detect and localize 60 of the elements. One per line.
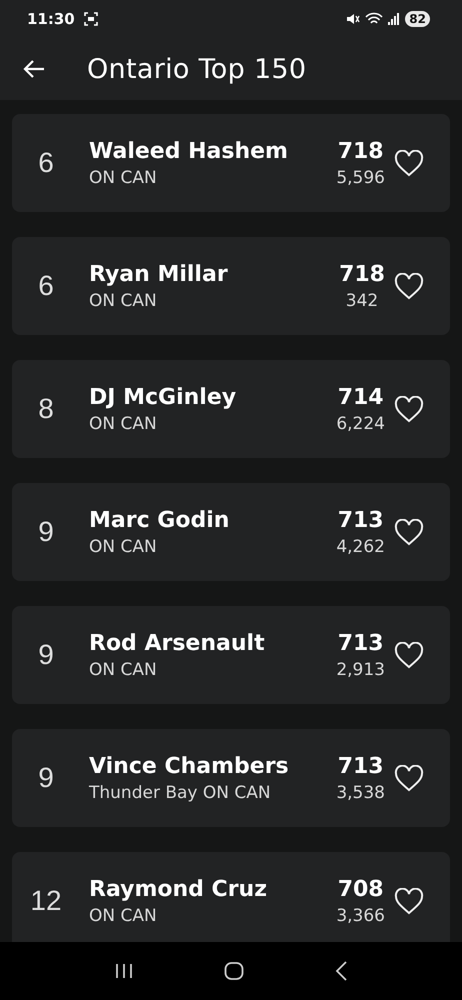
back-icon[interactable] [334,961,347,981]
player-card[interactable]: 6 Waleed Hashem ON CAN 718 5,596 [12,114,450,212]
heart-icon[interactable] [394,396,424,422]
rank-number: 9 [37,516,55,548]
player-name: Ryan Millar [89,262,229,286]
player-location: ON CAN [89,906,158,926]
player-rating: 713 [338,508,384,532]
player-count: 3,366 [336,906,385,926]
signal-icon [388,13,400,25]
heart-icon[interactable] [394,764,424,792]
heart-icon[interactable] [394,518,424,546]
recent-apps-icon[interactable] [115,963,134,979]
page-title: Ontario Top 150 [87,54,306,84]
player-name: Raymond Cruz [89,876,268,902]
player-rating: 714 [338,384,384,410]
player-location: ON CAN [89,168,158,188]
back-arrow-icon[interactable] [23,60,45,78]
player-location: ON CAN [89,290,158,310]
player-count: 5,596 [336,168,385,188]
rank-number: 6 [37,147,55,179]
battery-level: 82 [405,11,430,27]
player-rating: 713 [338,754,384,778]
rank-number: 8 [37,393,55,425]
player-name: Rod Arsenault [89,630,266,656]
player-location: ON CAN [89,536,158,556]
player-card[interactable]: 9 Marc Godin ON CAN 713 4,262 [12,483,450,581]
mute-icon [346,13,360,25]
player-card[interactable]: 6 Ryan Millar ON CAN 718 342 [12,237,450,335]
home-icon[interactable] [224,961,244,981]
player-count: 4,262 [336,536,385,556]
player-rating: 718 [338,138,384,164]
player-name: DJ McGinley [89,384,238,410]
rank-number: 6 [37,270,55,302]
heart-icon[interactable] [394,642,424,668]
player-name: Vince Chambers [89,754,290,778]
player-location: ON CAN [89,660,158,680]
player-name: Marc Godin [89,508,230,532]
heart-icon[interactable] [394,888,424,914]
rank-number: 9 [37,762,55,794]
player-count: 342 [346,290,378,310]
player-rating: 713 [338,630,384,656]
player-card[interactable]: 8 DJ McGinley ON CAN 714 6,224 [12,360,450,458]
player-card[interactable]: 12 Raymond Cruz ON CAN 708 3,366 [12,852,450,942]
player-location: Thunder Bay ON CAN [89,782,272,802]
heart-icon[interactable] [394,272,424,300]
player-rating: 718 [339,262,385,286]
player-count: 3,538 [336,782,385,802]
wifi-icon [365,12,384,26]
player-name: Waleed Hashem [89,138,289,164]
player-card[interactable]: 9 Rod Arsenault ON CAN 713 2,913 [12,606,450,704]
status-time: 11:30 [27,10,75,28]
player-rating: 708 [338,876,384,902]
rank-number: 12 [29,885,63,917]
player-card[interactable]: 9 Vince Chambers Thunder Bay ON CAN 713 3,538 [12,729,450,827]
player-location: ON CAN [89,414,158,434]
rank-number: 9 [37,639,55,671]
heart-icon[interactable] [394,150,424,176]
screenshot-icon [84,12,98,26]
player-count: 6,224 [336,414,385,434]
player-count: 2,913 [336,660,385,680]
